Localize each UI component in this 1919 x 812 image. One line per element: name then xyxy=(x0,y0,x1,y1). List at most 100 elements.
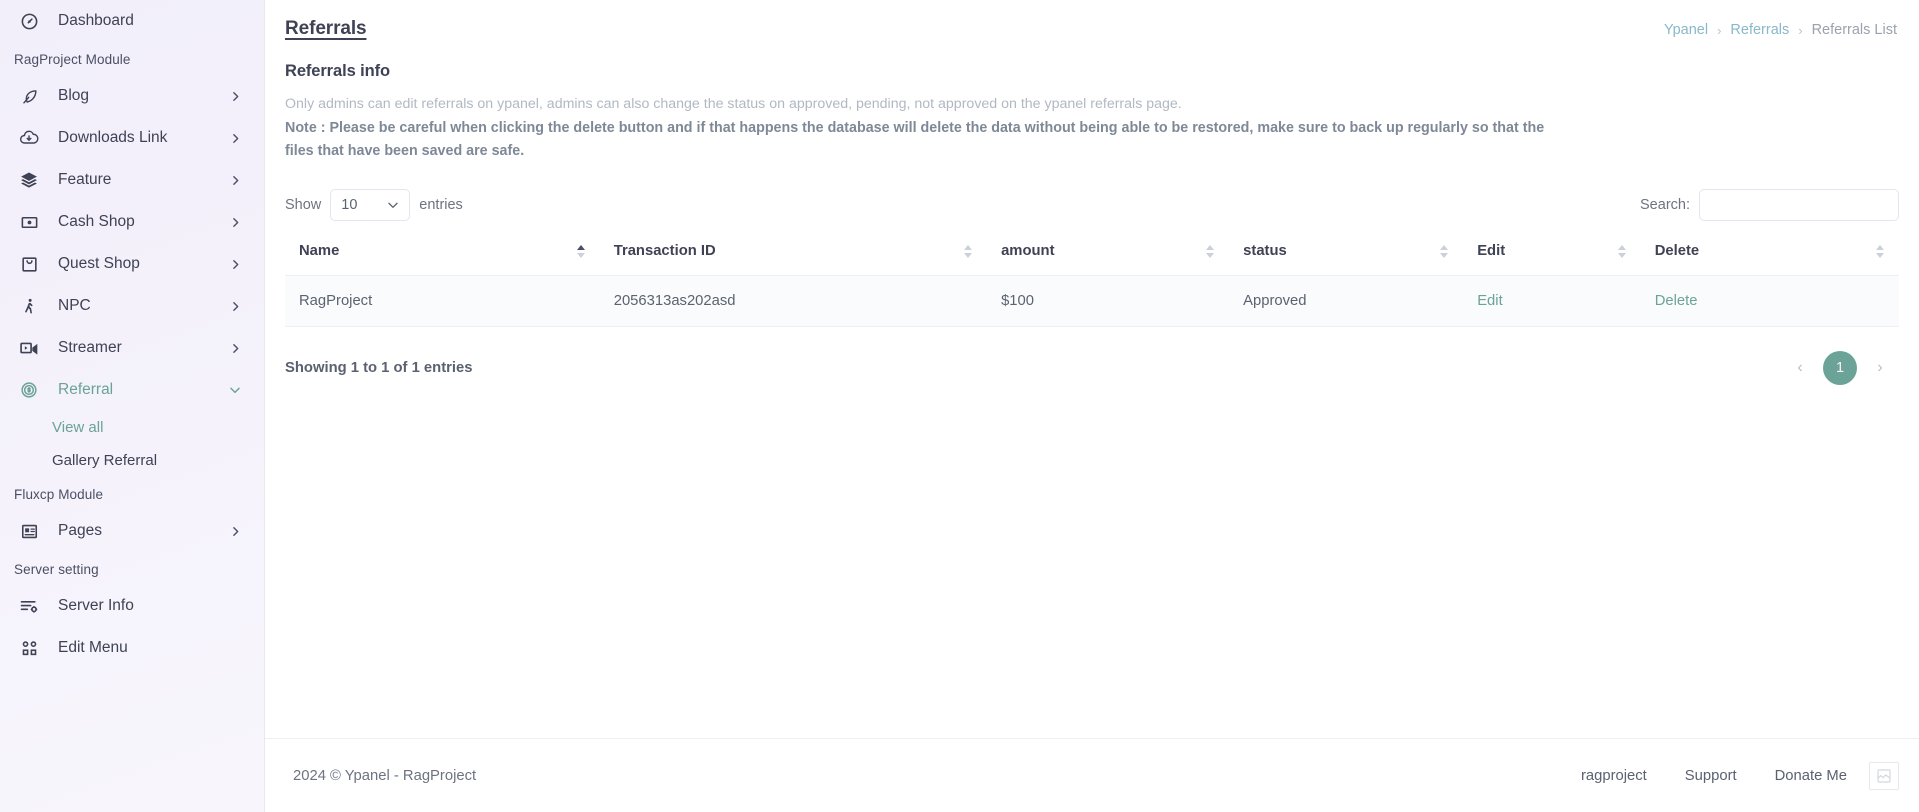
search-input[interactable] xyxy=(1699,188,1899,221)
sidebar-subitem-view-all[interactable]: View all xyxy=(0,411,264,444)
chevron-right-icon: › xyxy=(1798,22,1803,38)
breadcrumb-item-ypanel[interactable]: Ypanel xyxy=(1664,22,1708,38)
column-header-edit[interactable]: Edit xyxy=(1463,243,1641,276)
sidebar-item-cash-shop[interactable]: Cash Shop xyxy=(0,201,264,243)
entries-per-page-select[interactable]: 10 xyxy=(330,188,411,221)
breadcrumb: Ypanel › Referrals › Referrals List xyxy=(1664,18,1897,38)
sidebar-item-feature[interactable]: Feature xyxy=(0,159,264,201)
referrals-info-block: Referrals info Only admins can edit refe… xyxy=(265,40,1919,163)
chevron-right-icon xyxy=(229,174,242,187)
table-footer: Showing 1 to 1 of 1 entries ‹ 1 › xyxy=(285,327,1899,385)
column-label: status xyxy=(1243,242,1287,259)
content-area: Referrals Ypanel › Referrals › Referrals… xyxy=(265,0,1919,738)
column-header-transaction-id[interactable]: Transaction ID xyxy=(600,243,987,276)
app-root: Dashboard RagProject Module Blog Downloa… xyxy=(0,0,1919,812)
sidebar-subitem-label: Gallery Referral xyxy=(52,452,158,469)
column-header-delete[interactable]: Delete xyxy=(1641,243,1899,276)
table-row: RagProject 2056313as202asd $100 Approved… xyxy=(285,274,1899,327)
footer-link-support[interactable]: Support xyxy=(1685,768,1737,784)
sidebar-item-dashboard[interactable]: Dashboard xyxy=(0,0,264,42)
video-camera-icon xyxy=(18,337,40,359)
sort-icon[interactable] xyxy=(1876,244,1885,260)
bag-icon xyxy=(18,253,40,275)
sidebar-item-label: Downloads Link xyxy=(58,129,168,146)
footer-link-donate-me[interactable]: Donate Me xyxy=(1775,768,1847,784)
search-control: Search: xyxy=(1640,188,1899,221)
sidebar-item-edit-menu[interactable]: Edit Menu xyxy=(0,627,264,669)
chevron-down-icon xyxy=(228,383,242,397)
layers-icon xyxy=(18,169,40,191)
broken-image-icon xyxy=(1869,761,1899,790)
content-topbar: Referrals Ypanel › Referrals › Referrals… xyxy=(265,0,1919,40)
sidebar-section-server-setting: Server setting xyxy=(14,562,99,577)
entries-label: entries xyxy=(419,196,463,213)
sidebar-section-ragproject: RagProject Module xyxy=(14,52,131,67)
sidebar-section-fluxcp: Fluxcp Module xyxy=(14,487,104,502)
column-label: Transaction ID xyxy=(613,242,716,259)
sidebar-item-label: Feature xyxy=(58,171,112,188)
sort-icon[interactable] xyxy=(1440,244,1449,260)
sidebar-item-referral[interactable]: Referral xyxy=(0,369,264,411)
server-settings-icon xyxy=(18,595,40,617)
column-label: Delete xyxy=(1654,242,1700,259)
info-description: Only admins can edit referrals on ypanel… xyxy=(285,96,1182,112)
cell-name: RagProject xyxy=(285,274,600,327)
sidebar: Dashboard RagProject Module Blog Downloa… xyxy=(0,0,265,812)
sort-icon[interactable] xyxy=(576,244,586,260)
pagination-page-1[interactable]: 1 xyxy=(1823,350,1857,385)
grid-menu-icon xyxy=(18,637,40,659)
column-header-name[interactable]: Name xyxy=(285,243,600,276)
walking-person-icon xyxy=(18,295,40,317)
table-header: Name Transaction ID amount status Edit D… xyxy=(285,243,1899,276)
column-label: Edit xyxy=(1477,242,1506,259)
footer-link-ragproject[interactable]: ragproject xyxy=(1581,768,1647,784)
sidebar-item-label: Pages xyxy=(58,522,102,539)
column-label: amount xyxy=(1001,242,1055,259)
chevron-down-icon xyxy=(386,198,400,212)
show-entries-control: Show 10 entries xyxy=(285,188,463,221)
sort-icon[interactable] xyxy=(964,244,973,260)
show-label: Show xyxy=(285,196,322,213)
search-label: Search: xyxy=(1640,196,1690,213)
download-cloud-icon xyxy=(18,127,40,149)
sidebar-item-label: Server Info xyxy=(58,597,134,614)
edit-link[interactable]: Edit xyxy=(1477,293,1503,309)
sidebar-item-blog[interactable]: Blog xyxy=(0,75,264,117)
sidebar-item-npc[interactable]: NPC xyxy=(0,285,264,327)
cell-status: Approved xyxy=(1229,274,1464,327)
breadcrumb-item-referrals-list: Referrals List xyxy=(1811,22,1897,38)
pagination-next-button[interactable]: › xyxy=(1869,357,1891,379)
sort-icon[interactable] xyxy=(1617,244,1627,260)
sidebar-item-quest-shop[interactable]: Quest Shop xyxy=(0,243,264,285)
chevron-right-icon xyxy=(229,132,242,145)
column-label: Name xyxy=(299,242,340,259)
cell-transaction-id: 2056313as202asd xyxy=(599,274,988,327)
sort-icon[interactable] xyxy=(1206,244,1215,260)
sidebar-item-downloads-link[interactable]: Downloads Link xyxy=(0,117,264,159)
page-layout-icon xyxy=(18,520,40,542)
chevron-right-icon xyxy=(229,525,242,538)
sidebar-item-label: Blog xyxy=(58,87,90,104)
column-header-status[interactable]: status xyxy=(1229,243,1463,276)
main-content: Referrals Ypanel › Referrals › Referrals… xyxy=(265,0,1919,812)
breadcrumb-item-referrals[interactable]: Referrals xyxy=(1730,22,1789,38)
sidebar-item-pages[interactable]: Pages xyxy=(0,510,264,552)
pagination-prev-button[interactable]: ‹ xyxy=(1789,357,1811,379)
info-note: Note : Please be careful when clicking t… xyxy=(285,120,1545,159)
table-controls: Show 10 entries Search: xyxy=(285,188,1899,221)
sidebar-item-streamer[interactable]: Streamer xyxy=(0,327,264,369)
column-header-amount[interactable]: amount xyxy=(987,243,1229,276)
entries-select-value: 10 xyxy=(341,196,358,213)
sidebar-item-label: NPC xyxy=(58,297,91,314)
delete-link[interactable]: Delete xyxy=(1655,293,1698,309)
showing-entries-text: Showing 1 to 1 of 1 entries xyxy=(285,359,473,376)
page-footer: 2024 © Ypanel - RagProject ragproject Su… xyxy=(265,738,1919,812)
cell-delete: Delete xyxy=(1640,274,1899,327)
dashboard-icon xyxy=(18,10,40,32)
cell-amount: $100 xyxy=(987,274,1230,327)
sidebar-subitem-gallery-referral[interactable]: Gallery Referral xyxy=(0,444,264,477)
sidebar-item-label: Quest Shop xyxy=(58,255,140,272)
sidebar-item-label: Dashboard xyxy=(58,12,134,29)
sidebar-item-server-info[interactable]: Server Info xyxy=(0,585,264,627)
coin-dollar-icon xyxy=(18,379,40,401)
